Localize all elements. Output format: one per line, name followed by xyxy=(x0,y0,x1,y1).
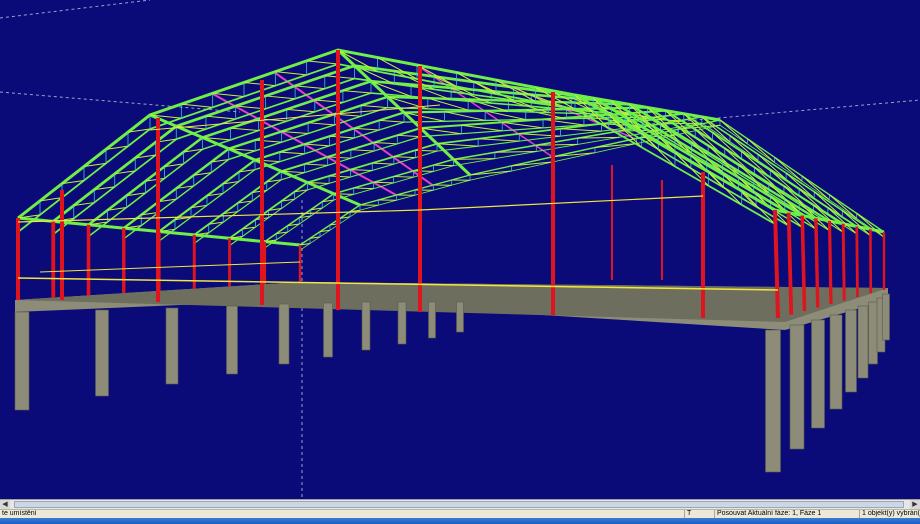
truss-diagonal xyxy=(255,139,282,143)
steel-hall-model[interactable] xyxy=(0,0,920,499)
truss-diagonal xyxy=(350,169,373,172)
truss-diagonal xyxy=(205,115,236,120)
foundation-pile xyxy=(428,301,436,339)
status-hint: te umístění xyxy=(2,510,37,517)
os-taskbar xyxy=(0,518,920,524)
foundation-pile xyxy=(226,305,238,375)
column xyxy=(841,223,846,301)
horizontal-tie xyxy=(17,209,421,223)
status-phase: Posouvat Aktuální fáze: 1, Fáze 1 xyxy=(714,510,859,518)
truss-diagonal xyxy=(757,153,787,180)
truss-diagonal xyxy=(353,187,374,190)
truss-diagonal xyxy=(265,95,296,100)
foundation-pile xyxy=(165,307,179,385)
truss-diagonal xyxy=(560,128,602,132)
foundation-pile xyxy=(397,301,407,345)
truss-diagonal xyxy=(295,85,325,90)
truss-diagonal xyxy=(354,127,380,131)
truss-diagonal xyxy=(342,90,372,94)
truss-diagonal xyxy=(304,163,328,166)
truss-diagonal xyxy=(279,151,305,155)
3d-model-viewport[interactable] xyxy=(0,0,920,499)
foundation-pile xyxy=(811,319,825,429)
truss-diagonal xyxy=(306,60,339,65)
foundation-pile xyxy=(456,301,464,333)
truss-diagonal xyxy=(379,119,405,123)
truss-diagonal xyxy=(461,124,503,132)
truss-diagonal xyxy=(433,164,454,167)
truss-top-chord xyxy=(228,112,858,239)
truss-diagonal xyxy=(373,181,394,184)
truss-diagonal xyxy=(230,127,259,132)
foundation-pile xyxy=(868,301,878,365)
truss-diagonal xyxy=(444,111,486,121)
foundation-pile xyxy=(765,329,781,473)
truss-diagonal xyxy=(275,71,307,76)
truss-diagonal xyxy=(393,176,414,178)
horizontal-scrollbar[interactable]: ◀ ▶ xyxy=(0,499,920,509)
status-mode: T xyxy=(684,510,714,518)
floor-top xyxy=(15,282,888,322)
column xyxy=(814,218,820,308)
truss-diagonal xyxy=(436,143,479,147)
foundation-pile xyxy=(95,309,109,397)
foundation-pile xyxy=(857,305,869,379)
truss-diagonal xyxy=(361,105,388,109)
truss-diagonal xyxy=(542,118,584,126)
scroll-left-icon[interactable]: ◀ xyxy=(0,500,10,509)
foundation-pile xyxy=(882,293,890,341)
truss-diagonal xyxy=(478,138,520,142)
truss-diagonal xyxy=(308,122,335,126)
truss-diagonal xyxy=(801,175,830,201)
truss-diagonal xyxy=(350,149,375,152)
guide-line xyxy=(0,0,151,19)
foundation-pile xyxy=(829,314,843,410)
column xyxy=(800,215,807,312)
column xyxy=(855,226,859,298)
truss-diagonal xyxy=(329,135,355,139)
truss-diagonal xyxy=(829,194,857,219)
foundation-pile xyxy=(323,302,333,358)
scroll-right-icon[interactable]: ▶ xyxy=(910,500,920,509)
truss-diagonal xyxy=(393,156,416,159)
truss-diagonal xyxy=(286,108,315,113)
truss-diagonal xyxy=(243,82,276,87)
truss-diagonal xyxy=(397,134,421,138)
status-selection: 1 objekt(y) vybrán(y) xyxy=(859,510,920,518)
truss-diagonal xyxy=(785,172,815,199)
foundation-pile xyxy=(789,324,805,450)
column xyxy=(786,212,794,315)
status-bar: te umístění T Posouvat Aktuální fáze: 1,… xyxy=(0,509,920,518)
truss-diagonal xyxy=(413,170,434,172)
truss-diagonal xyxy=(181,103,213,108)
horizontal-tie xyxy=(419,195,704,211)
foundation-pile xyxy=(14,311,30,411)
truss-bottom-chord xyxy=(264,122,871,249)
foundation-pile xyxy=(278,303,290,365)
truss-diagonal xyxy=(372,162,394,165)
scrollbar-thumb[interactable] xyxy=(14,501,904,508)
truss-diagonal xyxy=(374,142,398,145)
foundation-pile xyxy=(845,309,857,393)
foundation-pile xyxy=(361,301,371,351)
